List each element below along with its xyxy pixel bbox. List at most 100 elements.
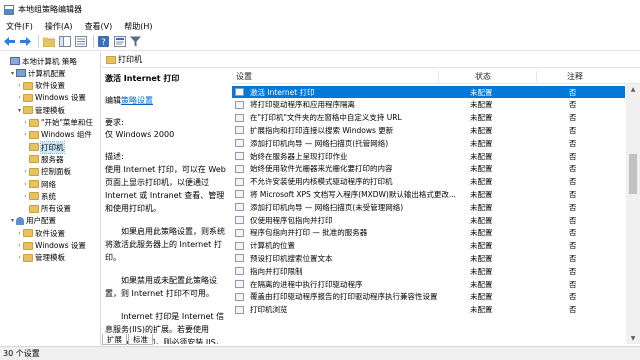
tab-extended[interactable]: 扩展 [102,334,127,345]
expanded-arrow-icon[interactable]: ▾ [9,217,16,224]
policy-setting-icon [235,177,244,186]
folder-icon [106,55,116,64]
setting-row[interactable]: 预设打印机搜索位置文本 未配置 否 [232,252,625,264]
setting-name: 扩展指向和打印连接以搜索 Windows 更新 [250,125,394,135]
setting-row[interactable]: 不允许安装使用内核模式驱动程序的打印机 未配置 否 [232,176,625,188]
tree-item[interactable]: 服务器 [22,153,64,165]
setting-row[interactable]: 覆盖由打印驱动程序报告的打印驱动程序执行兼容性设置 未配置 否 [232,291,625,303]
collapsed-arrow-icon[interactable]: › [22,181,29,188]
column-divider[interactable] [438,71,439,82]
column-note[interactable]: 注释 [567,69,583,84]
setting-row[interactable]: 在隔离的进程中执行打印驱动程序 未配置 否 [232,278,625,290]
setting-state: 未配置 [470,177,493,187]
filter-icon[interactable] [129,35,142,48]
expanded-arrow-icon[interactable]: ▾ [9,70,16,77]
tree-item[interactable]: › "开始"菜单和任 [22,117,93,129]
collapsed-arrow-icon[interactable]: › [16,242,23,249]
tree-item[interactable]: › Windows 组件 [22,129,92,141]
policy-setting-icon [235,292,244,301]
menu-bar: 文件(F) 操作(A) 查看(V) 帮助(H) [0,19,640,33]
export-list-icon[interactable] [74,35,87,48]
setting-row[interactable]: 指向并打印限制 未配置 否 [232,265,625,277]
tree-item[interactable]: › Windows 设置 [16,92,86,104]
menu-action[interactable]: 操作(A) [39,21,79,32]
setting-name: 计算机的位置 [250,241,295,251]
setting-row[interactable]: 始终使用软件光栅器来光栅化要打印的内容 未配置 否 [232,163,625,175]
help-icon[interactable]: ? [97,35,110,48]
edit-policy-link[interactable]: 策略设置 [121,96,153,105]
tree-item[interactable]: › Windows 设置 [16,240,86,252]
setting-row[interactable]: 打印机浏览 未配置 否 [232,304,625,316]
vertical-scrollbar[interactable]: ▲ ▼ [626,84,640,344]
tree-item-label: 控制面板 [41,167,71,177]
description-paragraph: 如果启用此策略设置，则系统将激活此服务器上的 Internet 打印。 [105,227,225,262]
tree-item-label: 所有设置 [41,204,71,214]
tree-item[interactable]: 本地计算机 策略 [3,55,77,67]
setting-row[interactable]: 添加打印机向导 — 网络扫描页(未受管理网络) 未配置 否 [232,201,625,213]
tree-item[interactable]: › 管理模板 [16,252,65,264]
setting-name: 添加打印机向导 — 网络扫描页(未受管理网络) [250,202,404,212]
collapsed-arrow-icon[interactable]: › [16,82,23,89]
column-state[interactable]: 状态 [475,69,491,84]
setting-row[interactable]: 激活 Internet 打印 未配置 否 [232,86,625,98]
tree-item[interactable]: › 控制面板 [22,166,71,178]
setting-state: 未配置 [470,113,493,123]
back-arrow-icon[interactable] [3,35,16,48]
properties-icon[interactable] [113,35,126,48]
app-icon [4,4,14,15]
forward-arrow-icon[interactable] [19,35,32,48]
setting-row[interactable]: 程序包指向并打印 — 批准的服务器 未配置 否 [232,227,625,239]
folder-up-icon[interactable] [42,35,55,48]
scroll-down-arrow-icon[interactable]: ▼ [626,333,640,344]
setting-row[interactable]: 扩展指向和打印连接以搜索 Windows 更新 未配置 否 [232,124,625,136]
setting-row[interactable]: 在"打印机"文件夹的左窗格中自定义支持 URL 未配置 否 [232,112,625,124]
setting-row[interactable]: 仅使用程序包指向并打印 未配置 否 [232,214,625,226]
setting-state: 未配置 [470,266,493,276]
setting-row[interactable]: 添加打印机向导 — 网络扫描页(托管网络) 未配置 否 [232,137,625,149]
menu-view[interactable]: 查看(V) [79,21,119,32]
collapsed-arrow-icon[interactable]: › [16,94,23,101]
tree-item[interactable]: › 网络 [22,178,56,190]
tree-item-label: 管理模板 [35,105,65,115]
show-tree-icon[interactable] [58,35,71,48]
setting-row[interactable]: 始终在服务器上呈现打印作业 未配置 否 [232,150,625,162]
tree-item[interactable]: ▾ 管理模板 [16,104,65,116]
policy-setting-icon [235,139,244,148]
setting-row[interactable]: 将 Microsoft XPS 文档写入程序(MXDW)默认输出格式更改... 未… [232,188,625,200]
column-setting[interactable]: 设置 [236,69,252,84]
tree-item[interactable]: › 软件设置 [16,227,65,239]
tree-item[interactable]: › 系统 [22,190,56,202]
setting-state: 未配置 [470,253,493,263]
policy-setting-icon [235,305,244,314]
tree-item-label: 服务器 [41,154,64,164]
tree-item[interactable]: ▾ 计算机配置 [9,67,66,79]
setting-note: 否 [569,266,577,276]
expanded-arrow-icon[interactable]: ▾ [16,107,23,114]
collapsed-arrow-icon[interactable]: › [22,168,29,175]
computer-icon [16,69,26,78]
menu-help[interactable]: 帮助(H) [118,21,158,32]
setting-state: 未配置 [470,87,493,97]
collapsed-arrow-icon[interactable]: › [16,230,23,237]
setting-note: 否 [569,253,577,263]
collapsed-arrow-icon[interactable]: › [22,119,29,126]
scroll-thumb[interactable] [629,154,637,194]
tree-item[interactable]: 打印机 [22,140,65,154]
policy-setting-icon [235,190,244,199]
tree-item[interactable]: 所有设置 [22,203,71,215]
collapsed-arrow-icon[interactable]: › [16,254,23,261]
column-divider[interactable] [536,71,537,82]
scroll-up-arrow-icon[interactable]: ▲ [626,84,640,95]
setting-state: 未配置 [470,202,493,212]
tree-item[interactable]: › 软件设置 [16,80,65,92]
setting-name: 始终在服务器上呈现打印作业 [250,151,348,161]
setting-state: 未配置 [470,305,493,315]
tab-standard[interactable]: 标准 [128,334,153,345]
setting-state: 未配置 [470,292,493,302]
setting-row[interactable]: 计算机的位置 未配置 否 [232,240,625,252]
collapsed-arrow-icon[interactable]: › [22,131,29,138]
setting-row[interactable]: 将打印驱动程序和应用程序隔离 未配置 否 [232,99,625,111]
menu-file[interactable]: 文件(F) [0,21,39,32]
tree-item[interactable]: ▾ 用户配置 [9,215,56,227]
collapsed-arrow-icon[interactable]: › [22,193,29,200]
